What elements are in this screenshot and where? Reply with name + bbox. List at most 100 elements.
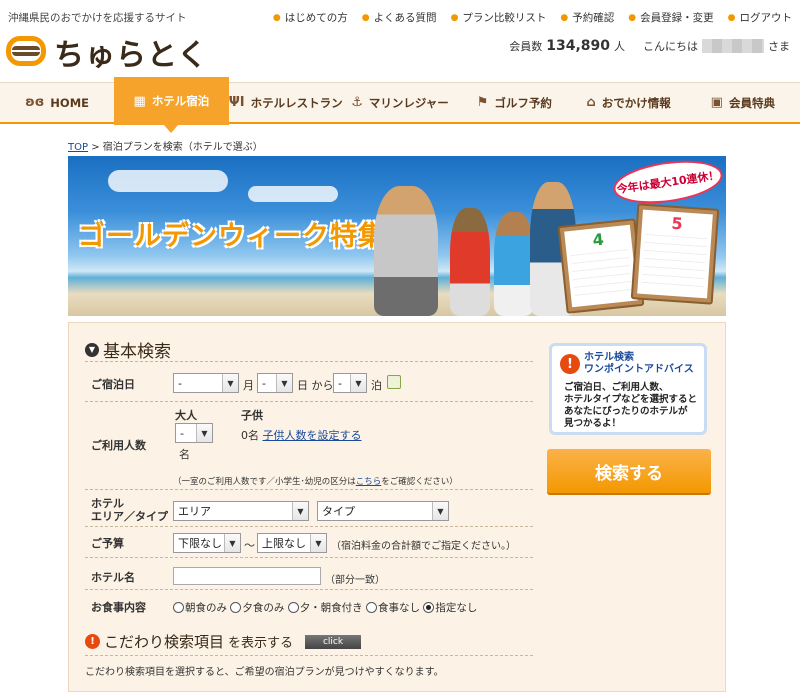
- chevron-down-icon: ▼: [276, 374, 292, 392]
- banner-person: [450, 208, 490, 316]
- greeting: こんにちは: [643, 40, 698, 53]
- top-link-label[interactable]: プラン比較リスト: [462, 10, 546, 25]
- day-select[interactable]: - ▼: [257, 373, 293, 393]
- adult-unit: 名: [179, 448, 190, 461]
- advanced-title-suffix: を表示する: [228, 636, 294, 651]
- top-link-logout[interactable]: ● ログアウト: [728, 10, 792, 25]
- meal-option-any[interactable]: 指定なし: [423, 602, 477, 614]
- bullet-icon: ●: [450, 12, 459, 23]
- click-button[interactable]: click: [305, 634, 362, 649]
- nav-label: ゴルフ予約: [494, 95, 552, 110]
- nav-outing[interactable]: ⌂ おでかけ情報: [571, 83, 685, 122]
- top-link-label[interactable]: 会員登録・変更: [640, 10, 714, 25]
- hotel-name-note: （部分一致）: [325, 575, 385, 586]
- breadcrumb-top-link[interactable]: TOP: [68, 142, 88, 153]
- meal-option-label: 食事なし: [378, 602, 421, 614]
- top-link-label[interactable]: はじめての方: [285, 10, 348, 25]
- top-link-compare[interactable]: ● プラン比較リスト: [451, 10, 547, 25]
- banner-title: ゴールデンウィーク特集: [78, 221, 386, 252]
- nav-golf[interactable]: ⚑ ゴルフ予約: [457, 83, 571, 122]
- main-nav: ʚɞ HOME ▦ ホテル宿泊 ΨΙ ホテルレストラン ⚓ マリンレジャー ⚑ ゴルフ予約…: [0, 77, 800, 133]
- nav-home[interactable]: ʚɞ HOME: [0, 83, 114, 122]
- month-select-value: -: [178, 376, 182, 390]
- advanced-search-toggle[interactable]: ! こだわり検索項目 を表示する click: [85, 631, 362, 652]
- category-link[interactable]: こちら: [356, 477, 382, 487]
- meal-option-label: 夕・朝食付き: [299, 602, 363, 614]
- chevron-down-icon: ▼: [310, 534, 326, 552]
- top-link-label[interactable]: ログアウト: [740, 10, 793, 25]
- guests-label: ご利用人数: [91, 439, 146, 452]
- adult-select[interactable]: - ▼: [175, 423, 213, 443]
- breadcrumb: TOP > 宿泊プランを検索（ホテルで選ぶ）: [68, 138, 263, 153]
- nights-select-value: -: [338, 376, 342, 390]
- member-count: 134,890: [546, 38, 610, 54]
- nav-label: おでかけ情報: [601, 95, 671, 110]
- child-header: 子供: [241, 409, 263, 422]
- divider: [85, 655, 533, 656]
- meal-option-none[interactable]: 食事なし: [366, 602, 420, 614]
- advanced-title: こだわり検索項目: [104, 633, 225, 651]
- set-children-link[interactable]: 子供人数を設定する: [263, 429, 362, 442]
- nav-hotel[interactable]: ▦ ホテル宿泊: [114, 77, 229, 133]
- advice-line: ホテルタイプなどを選択すると: [564, 394, 698, 405]
- top-link-label[interactable]: 予約確認: [572, 10, 614, 25]
- top-link-faq[interactable]: ● よくある質問: [362, 10, 437, 25]
- site-logo[interactable]: ちゅらとく: [6, 30, 208, 74]
- top-link-label[interactable]: よくある質問: [374, 10, 437, 25]
- advanced-note: こだわり検索項目を選択すると、ご希望の宿泊プランが見つけやすくなります。: [85, 667, 444, 678]
- advice-body: ご宿泊日、ご利用人数、 ホテルタイプなどを選択すると あなたにぴったりのホテルが…: [564, 382, 697, 430]
- chevron-down-icon: ▼: [224, 534, 240, 552]
- budget-max-value: 上限なし: [262, 537, 306, 550]
- greeting-suffix: さま: [768, 40, 790, 53]
- nav-restaurant[interactable]: ΨΙ ホテルレストラン: [229, 83, 343, 122]
- divider: [85, 589, 533, 590]
- month-select[interactable]: - ▼: [173, 373, 239, 393]
- meal-options: 朝食のみ 夕食のみ 夕・朝食付き 食事なし 指定なし: [173, 600, 477, 615]
- gift-icon: ▣: [710, 95, 723, 110]
- bullet-icon: ●: [628, 12, 637, 23]
- divider: [85, 526, 533, 527]
- child-count: 0名: [241, 429, 259, 442]
- budget-max-select[interactable]: 上限なし ▼: [257, 533, 327, 553]
- top-link-register[interactable]: ● 会員登録・変更: [628, 10, 713, 25]
- banner-person: [494, 212, 534, 316]
- type-select[interactable]: タイプ ▼: [317, 501, 449, 521]
- anchor-icon: ⚓: [351, 95, 363, 110]
- calendar-icon[interactable]: [387, 375, 401, 389]
- calendar-april: 4: [557, 218, 645, 314]
- advice-title-line: ワンポイントアドバイス: [584, 364, 694, 375]
- budget-min-select[interactable]: 下限なし ▼: [173, 533, 241, 553]
- search-panel: ▼ 基本検索 ご宿泊日 - ▼ 月 - ▼ 日 から - ▼ 泊 大人 子供 ご利用人…: [68, 322, 726, 692]
- meal-option-both[interactable]: 夕・朝食付き: [287, 602, 363, 614]
- chevron-down-icon: ▼: [222, 374, 238, 392]
- nav-label: HOME: [50, 95, 89, 110]
- golden-week-banner[interactable]: ゴールデンウィーク特集 今年は最大10連休！ 4 5: [68, 156, 726, 316]
- meal-option-breakfast[interactable]: 朝食のみ: [173, 602, 227, 614]
- nav-benefits[interactable]: ▣ 会員特典: [686, 83, 800, 122]
- golf-flag-icon: ⚑: [476, 95, 489, 110]
- hotel-name-input[interactable]: [173, 567, 321, 585]
- budget-min-value: 下限なし: [178, 537, 222, 550]
- breadcrumb-separator: >: [88, 142, 103, 153]
- nav-marine[interactable]: ⚓ マリンレジャー: [343, 83, 457, 122]
- area-select-value: エリア: [178, 505, 211, 518]
- site-tagline: 沖縄県民のおでかけを応援するサイト: [8, 12, 187, 24]
- search-button[interactable]: 検索する: [547, 449, 711, 493]
- advice-title: ホテル検索 ワンポイントアドバイス: [584, 352, 694, 376]
- nights-select[interactable]: - ▼: [333, 373, 367, 393]
- day-select-value: -: [262, 376, 266, 390]
- meal-option-label: 夕食のみ: [242, 602, 285, 614]
- member-count-suffix: 人: [614, 40, 625, 53]
- meal-option-label: 朝食のみ: [185, 602, 227, 614]
- bullet-icon: ●: [272, 12, 281, 23]
- area-select[interactable]: エリア ▼: [173, 501, 309, 521]
- calendar-month-number: 4: [591, 229, 605, 250]
- bullet-icon: ●: [560, 12, 569, 23]
- banner-badge: 今年は最大10連休！: [610, 156, 726, 210]
- guests-note-text: をご確認ください）: [381, 477, 458, 487]
- meal-option-dinner[interactable]: 夕食のみ: [230, 602, 284, 614]
- radio-selected-icon: [423, 602, 435, 613]
- top-link-reservation[interactable]: ● 予約確認: [560, 10, 614, 25]
- top-link-beginners[interactable]: ● はじめての方: [273, 10, 348, 25]
- area-label-line: ホテル: [91, 497, 124, 510]
